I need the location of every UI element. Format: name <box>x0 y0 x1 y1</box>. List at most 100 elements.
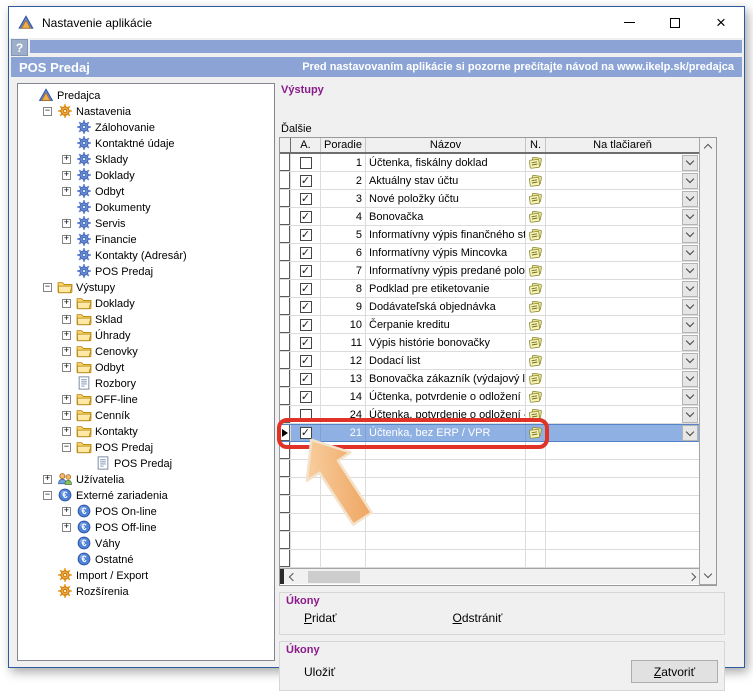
active-checkbox[interactable]: ✓ <box>300 283 312 295</box>
printer-dropdown-button[interactable] <box>682 371 698 387</box>
tree-item[interactable]: Zálohovanie <box>18 119 274 135</box>
printer-dropdown-button[interactable] <box>682 353 698 369</box>
table-row[interactable]: ✓3Nové položky účtu <box>280 190 699 208</box>
help-button[interactable]: ? <box>11 39 28 56</box>
expand-icon[interactable]: + <box>62 363 71 372</box>
tree-expander[interactable]: − <box>43 491 57 500</box>
tree-item[interactable]: −€Externé zariadenia <box>18 487 274 503</box>
tree-item[interactable]: €Váhy <box>18 535 274 551</box>
printer-dropdown-button[interactable] <box>682 281 698 297</box>
expand-icon[interactable]: + <box>62 235 71 244</box>
expand-icon[interactable]: + <box>62 331 71 340</box>
expand-icon[interactable]: + <box>62 427 71 436</box>
header-name[interactable]: Názov <box>366 138 526 152</box>
active-checkbox[interactable]: ✓ <box>300 373 312 385</box>
active-checkbox[interactable]: ✓ <box>300 265 312 277</box>
table-row[interactable]: 24Účtenka, potvrdenie o odložení - r <box>280 406 699 424</box>
tree-expander[interactable]: + <box>62 155 76 164</box>
printer-dropdown-button[interactable] <box>682 425 698 441</box>
tree-expander[interactable]: + <box>62 507 76 516</box>
tree-expander[interactable]: + <box>62 395 76 404</box>
tree-expander[interactable]: + <box>62 219 76 228</box>
tree-expander[interactable]: + <box>62 187 76 196</box>
tree-item[interactable]: +Odbyt <box>18 183 274 199</box>
tree-expander[interactable]: + <box>62 523 76 532</box>
expand-icon[interactable]: + <box>62 411 71 420</box>
tree-item[interactable]: +€POS Off-line <box>18 519 274 535</box>
expand-icon[interactable]: + <box>62 219 71 228</box>
active-checkbox[interactable]: ✓ <box>300 247 312 259</box>
tree-expander[interactable]: − <box>43 283 57 292</box>
header-printer[interactable]: Na tlačiareň <box>546 138 699 152</box>
table-row[interactable]: ✓5Informatívny výpis finančného sta <box>280 226 699 244</box>
tree-item[interactable]: Import / Export <box>18 567 274 583</box>
expand-icon[interactable]: + <box>62 523 71 532</box>
expand-icon[interactable]: + <box>62 171 71 180</box>
remove-button[interactable]: Odstrániť <box>453 611 503 625</box>
expand-icon[interactable]: + <box>62 299 71 308</box>
printer-dropdown-button[interactable] <box>682 317 698 333</box>
printer-dropdown-button[interactable] <box>682 245 698 261</box>
tree-expander[interactable]: + <box>62 363 76 372</box>
table-row[interactable]: 1Účtenka, fiskálny doklad <box>280 154 699 172</box>
active-checkbox[interactable]: ✓ <box>300 355 312 367</box>
expand-icon[interactable]: + <box>43 475 52 484</box>
table-row[interactable]: ✓8Podklad pre etiketovanie <box>280 280 699 298</box>
collapse-icon[interactable]: − <box>43 283 52 292</box>
tree-item[interactable]: +Sklad <box>18 311 274 327</box>
table-row[interactable]: ✓9Dodávateľská objednávka <box>280 298 699 316</box>
tree-item[interactable]: +€POS On-line <box>18 503 274 519</box>
save-button[interactable]: Uložiť <box>304 665 335 679</box>
tree-item[interactable]: Kontakty (Adresár) <box>18 247 274 263</box>
tree-item[interactable]: Dokumenty <box>18 199 274 215</box>
tree-item[interactable]: +Úhrady <box>18 327 274 343</box>
tree-item[interactable]: −Nastavenia <box>18 103 274 119</box>
tree-item[interactable]: +Kontakty <box>18 423 274 439</box>
tree-item[interactable]: +Odbyt <box>18 359 274 375</box>
collapse-icon[interactable]: − <box>62 443 71 452</box>
table-row[interactable]: ✓11Výpis histórie bonovačky <box>280 334 699 352</box>
active-checkbox[interactable] <box>300 157 312 169</box>
scroll-left-icon[interactable] <box>289 572 297 580</box>
active-checkbox[interactable]: ✓ <box>300 229 312 241</box>
active-checkbox[interactable]: ✓ <box>300 391 312 403</box>
add-button[interactable]: Pridať <box>304 611 337 625</box>
tree-expander[interactable]: − <box>43 107 57 116</box>
collapse-icon[interactable]: − <box>43 491 52 500</box>
active-checkbox[interactable]: ✓ <box>300 175 312 187</box>
header-active[interactable]: A. <box>291 138 321 152</box>
close-button[interactable]: × <box>698 7 744 38</box>
tree-item[interactable]: +OFF-line <box>18 391 274 407</box>
tree-expander[interactable]: + <box>62 171 76 180</box>
active-checkbox[interactable]: ✓ <box>300 193 312 205</box>
tree-item[interactable]: Kontaktné údaje <box>18 135 274 151</box>
vertical-scrollbar[interactable] <box>699 138 716 584</box>
printer-dropdown-button[interactable] <box>682 155 698 171</box>
active-checkbox[interactable]: ✓ <box>300 337 312 349</box>
tree-expander[interactable]: + <box>62 411 76 420</box>
tree-expander[interactable]: + <box>62 315 76 324</box>
printer-dropdown-button[interactable] <box>682 173 698 189</box>
expand-icon[interactable]: + <box>62 155 71 164</box>
printer-dropdown-button[interactable] <box>682 407 698 423</box>
printer-dropdown-button[interactable] <box>682 389 698 405</box>
scroll-right-icon[interactable] <box>688 572 696 580</box>
tree-item[interactable]: +Cenovky <box>18 343 274 359</box>
active-checkbox[interactable]: ✓ <box>300 427 312 439</box>
horizontal-scrollbar[interactable] <box>280 568 699 584</box>
collapse-icon[interactable]: − <box>43 107 52 116</box>
tree-item[interactable]: Rozšírenia <box>18 583 274 599</box>
table-row[interactable]: ✓7Informatívny výpis predané položk <box>280 262 699 280</box>
minimize-button[interactable] <box>606 7 652 38</box>
tree-item[interactable]: Rozbory <box>18 375 274 391</box>
expand-icon[interactable]: + <box>62 187 71 196</box>
expand-icon[interactable]: + <box>62 315 71 324</box>
tree-item[interactable]: +Cenník <box>18 407 274 423</box>
tree-item[interactable]: €Ostatné <box>18 551 274 567</box>
tree-expander[interactable]: + <box>62 299 76 308</box>
active-checkbox[interactable]: ✓ <box>300 301 312 313</box>
printer-dropdown-button[interactable] <box>682 191 698 207</box>
scroll-down-icon[interactable] <box>704 570 712 578</box>
expand-icon[interactable]: + <box>62 507 71 516</box>
tree-item[interactable]: POS Predaj <box>18 455 274 471</box>
